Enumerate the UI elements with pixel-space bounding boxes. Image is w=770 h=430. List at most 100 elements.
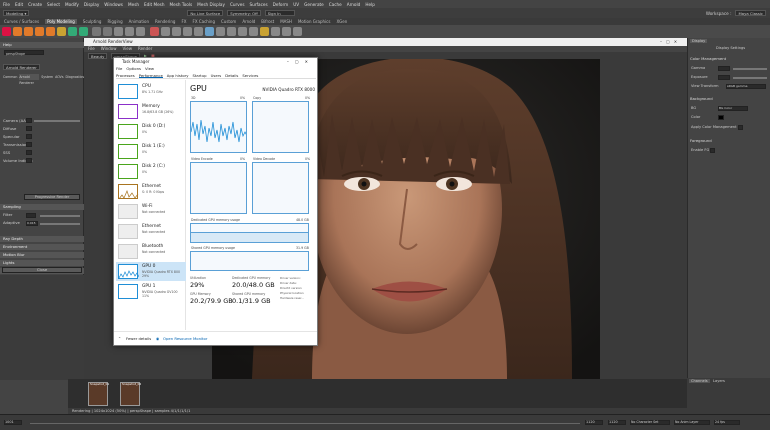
shelf-tab[interactable]: Rendering [155, 19, 175, 24]
tab-display[interactable]: Display [690, 39, 708, 43]
shelf-tool-icon[interactable] [161, 27, 170, 36]
adaptive-threshold-field[interactable]: 0.015 [26, 221, 38, 226]
menu-modify[interactable]: Modify [65, 2, 79, 7]
shelf-tab[interactable]: Motion Graphics [298, 19, 331, 24]
range-slider[interactable] [30, 423, 580, 424]
sidebar-item-memory[interactable]: Memory 16.8/63.8 GB (26%) [116, 102, 186, 121]
camera-field[interactable]: perspShape [4, 50, 44, 56]
specular-field[interactable] [26, 134, 32, 139]
shelf-tab[interactable]: MASH [280, 19, 292, 24]
color-management-section[interactable]: Color Management [690, 56, 769, 61]
progressive-render-button[interactable]: Progressive Render [24, 194, 80, 200]
shelf-tool-icon[interactable] [125, 27, 134, 36]
shelf-tool-icon[interactable] [216, 27, 225, 36]
menu-surfaces[interactable]: Surfaces [250, 2, 268, 7]
open-resource-monitor-link[interactable]: Open Resource Monitor [163, 336, 207, 341]
camera-aa-slider[interactable] [34, 120, 80, 122]
menu-curves[interactable]: Curves [230, 2, 245, 7]
shelf-tab[interactable]: Bifrost [261, 19, 274, 24]
shelf-tool-icon[interactable] [238, 27, 247, 36]
symmetry-dropdown[interactable]: Symmetry: Off [227, 10, 261, 16]
exposure-field[interactable] [718, 75, 730, 80]
close-button[interactable]: Close [2, 267, 82, 273]
tab-arnold-renderer[interactable]: Arnold Renderer [19, 74, 40, 85]
renderer-dropdown[interactable]: Arnold Renderer [0, 64, 84, 70]
shelf-tool-icon[interactable] [183, 27, 192, 36]
menu-file[interactable]: File [3, 2, 10, 7]
shelf-tool-icon[interactable] [92, 27, 101, 36]
window-controls[interactable]: –▢✕ [660, 38, 687, 46]
menu-display[interactable]: Display [84, 2, 99, 7]
live-surface-field[interactable]: No Live Surface [187, 10, 224, 16]
menu-select[interactable]: Select [47, 2, 60, 7]
sign-in-button[interactable]: Sign In [264, 10, 295, 16]
filter-slider[interactable] [40, 215, 80, 217]
shelf-tab[interactable]: Custom [221, 19, 236, 24]
bg-dropdown[interactable]: BG Color [718, 106, 748, 111]
range-end-field[interactable]: 1120 [608, 420, 626, 425]
tab-system[interactable]: System [41, 74, 53, 80]
filter-field[interactable] [26, 213, 36, 218]
shelf-tool-icon[interactable] [194, 27, 203, 36]
help-menu[interactable]: Help [0, 42, 84, 48]
menu-arnold[interactable]: Arnold [347, 2, 361, 7]
menu-windows[interactable]: Windows [104, 2, 123, 7]
tab-details[interactable]: Details [225, 72, 238, 78]
tab-app-history[interactable]: App history [167, 72, 189, 78]
menu-generate[interactable]: Generate [304, 2, 324, 7]
shelf-tool-icon[interactable] [260, 27, 269, 36]
shelf-tool-icon[interactable] [24, 27, 33, 36]
menu-mesh-tools[interactable]: Mesh Tools [170, 2, 193, 7]
sidebar-item-ethernet[interactable]: Ethernet S: 0 R: 0 Kbps [116, 182, 186, 201]
aov-dropdown[interactable]: Beauty [88, 52, 108, 59]
foreground-section[interactable]: Foreground [690, 138, 769, 143]
dedicated-memory-graph[interactable] [190, 223, 309, 243]
menu-create[interactable]: Create [28, 2, 42, 7]
gamma-field[interactable] [718, 66, 730, 71]
sampling-section[interactable]: Sampling [0, 204, 84, 210]
shelf-tab[interactable]: Rigging [107, 19, 122, 24]
snapshot-thumb[interactable]: Snapshot_02 [120, 382, 141, 406]
background-section[interactable]: Background [690, 96, 769, 101]
fewer-details-link[interactable]: Fewer details [126, 336, 151, 341]
menu-cache[interactable]: Cache [329, 2, 342, 7]
shelf-tab[interactable]: Curves / Surfaces [4, 19, 39, 24]
shelf-tool-icon[interactable] [205, 27, 214, 36]
shelf-tool-icon[interactable] [103, 27, 112, 36]
shelf-tool-icon[interactable] [79, 27, 88, 36]
apply-cm-checkbox[interactable] [738, 125, 743, 130]
sidebar-item-disk0[interactable]: Disk 0 (D:) 0% [116, 122, 186, 141]
shelf-tab[interactable]: Animation [129, 19, 149, 24]
character-set-field[interactable]: No Character Set [630, 420, 670, 425]
menu-deform[interactable]: Deform [273, 2, 289, 7]
menu-edit[interactable]: Edit [15, 2, 23, 7]
window-controls[interactable]: –▢✕ [287, 58, 314, 66]
view-transform-dropdown[interactable]: sRGB gamma [726, 84, 766, 89]
shelf-tool-icon[interactable] [136, 27, 145, 36]
tab-services[interactable]: Services [242, 72, 258, 78]
workspace-dropdown[interactable]: Maya Classic [735, 10, 766, 16]
motion-blur-section[interactable]: Motion Blur [0, 252, 84, 258]
tab-startup[interactable]: Startup [192, 72, 206, 78]
shelf-tool-icon[interactable] [293, 27, 302, 36]
menu-edit-mesh[interactable]: Edit Mesh [144, 2, 164, 7]
shelf-tool-icon[interactable] [2, 27, 11, 36]
exposure-slider[interactable] [733, 77, 767, 79]
tab-channels[interactable]: Channels [689, 379, 710, 383]
menu-uv[interactable]: UV [293, 2, 299, 7]
menu-mesh-display[interactable]: Mesh Display [197, 2, 225, 7]
shelf-tab[interactable]: XGen [336, 19, 347, 24]
ray-depth-section[interactable]: Ray Depth [0, 236, 84, 242]
anim-layer-field[interactable]: No Anim Layer [674, 420, 710, 425]
environment-section[interactable]: Environment [0, 244, 84, 250]
shelf-tool-icon[interactable] [172, 27, 181, 36]
shelf-tool-icon[interactable] [68, 27, 77, 36]
tab-aovs[interactable]: AOVs [55, 74, 63, 80]
volume-field[interactable] [26, 158, 32, 163]
sidebar-item-cpu[interactable]: CPU 8% 1.71 GHz [116, 82, 186, 101]
shelf-tool-icon[interactable] [150, 27, 159, 36]
shelf-tool-icon[interactable] [13, 27, 22, 36]
chevron-up-icon[interactable]: ⌃ [118, 336, 121, 341]
tab-layers[interactable]: Layers [713, 379, 725, 383]
shelf-tab[interactable]: FX Caching [193, 19, 215, 24]
